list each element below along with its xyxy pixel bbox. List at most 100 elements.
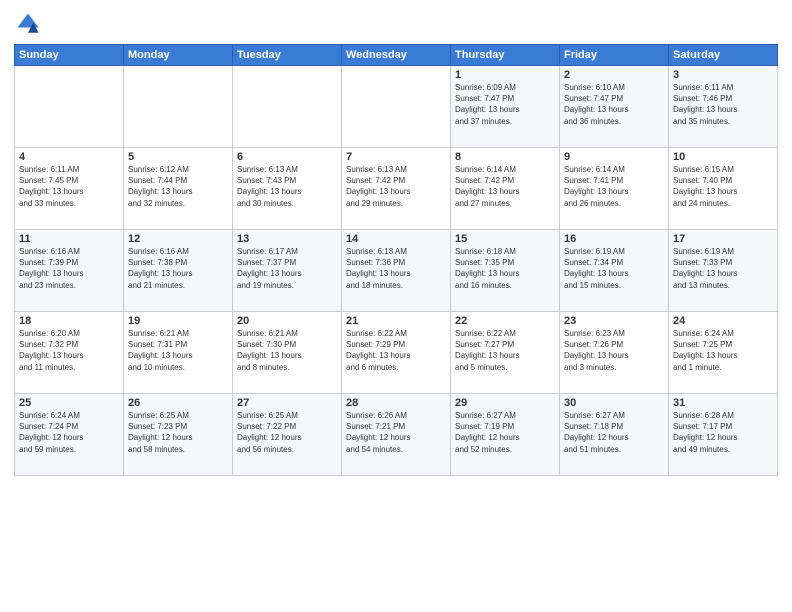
- day-number: 8: [455, 151, 555, 163]
- day-cell: 28Sunrise: 6:26 AM Sunset: 7:21 PM Dayli…: [342, 394, 451, 476]
- day-cell: 23Sunrise: 6:23 AM Sunset: 7:26 PM Dayli…: [560, 312, 669, 394]
- day-info: Sunrise: 6:10 AM Sunset: 7:47 PM Dayligh…: [564, 82, 664, 127]
- day-info: Sunrise: 6:16 AM Sunset: 7:38 PM Dayligh…: [128, 246, 228, 291]
- day-number: 9: [564, 151, 664, 163]
- day-cell: 14Sunrise: 6:18 AM Sunset: 7:36 PM Dayli…: [342, 230, 451, 312]
- day-info: Sunrise: 6:22 AM Sunset: 7:27 PM Dayligh…: [455, 328, 555, 373]
- day-info: Sunrise: 6:24 AM Sunset: 7:25 PM Dayligh…: [673, 328, 773, 373]
- day-cell: 15Sunrise: 6:18 AM Sunset: 7:35 PM Dayli…: [451, 230, 560, 312]
- day-cell: 13Sunrise: 6:17 AM Sunset: 7:37 PM Dayli…: [233, 230, 342, 312]
- day-info: Sunrise: 6:18 AM Sunset: 7:36 PM Dayligh…: [346, 246, 446, 291]
- day-number: 16: [564, 233, 664, 245]
- day-cell: 21Sunrise: 6:22 AM Sunset: 7:29 PM Dayli…: [342, 312, 451, 394]
- day-cell: 8Sunrise: 6:14 AM Sunset: 7:42 PM Daylig…: [451, 148, 560, 230]
- logo-icon: [14, 10, 42, 38]
- day-info: Sunrise: 6:15 AM Sunset: 7:40 PM Dayligh…: [673, 164, 773, 209]
- day-cell: 17Sunrise: 6:19 AM Sunset: 7:33 PM Dayli…: [669, 230, 778, 312]
- day-cell: 31Sunrise: 6:28 AM Sunset: 7:17 PM Dayli…: [669, 394, 778, 476]
- day-number: 5: [128, 151, 228, 163]
- day-number: 26: [128, 397, 228, 409]
- day-cell: 24Sunrise: 6:24 AM Sunset: 7:25 PM Dayli…: [669, 312, 778, 394]
- day-number: 27: [237, 397, 337, 409]
- day-cell: 4Sunrise: 6:11 AM Sunset: 7:45 PM Daylig…: [15, 148, 124, 230]
- day-info: Sunrise: 6:27 AM Sunset: 7:19 PM Dayligh…: [455, 410, 555, 455]
- day-number: 14: [346, 233, 446, 245]
- day-cell: [15, 66, 124, 148]
- day-cell: 9Sunrise: 6:14 AM Sunset: 7:41 PM Daylig…: [560, 148, 669, 230]
- calendar-table: SundayMondayTuesdayWednesdayThursdayFrid…: [14, 44, 778, 476]
- day-number: 28: [346, 397, 446, 409]
- day-cell: [342, 66, 451, 148]
- day-info: Sunrise: 6:25 AM Sunset: 7:22 PM Dayligh…: [237, 410, 337, 455]
- day-info: Sunrise: 6:09 AM Sunset: 7:47 PM Dayligh…: [455, 82, 555, 127]
- day-info: Sunrise: 6:11 AM Sunset: 7:45 PM Dayligh…: [19, 164, 119, 209]
- day-number: 10: [673, 151, 773, 163]
- day-cell: 20Sunrise: 6:21 AM Sunset: 7:30 PM Dayli…: [233, 312, 342, 394]
- calendar-header: SundayMondayTuesdayWednesdayThursdayFrid…: [15, 45, 778, 66]
- day-info: Sunrise: 6:19 AM Sunset: 7:34 PM Dayligh…: [564, 246, 664, 291]
- day-number: 19: [128, 315, 228, 327]
- day-cell: 3Sunrise: 6:11 AM Sunset: 7:46 PM Daylig…: [669, 66, 778, 148]
- day-info: Sunrise: 6:21 AM Sunset: 7:30 PM Dayligh…: [237, 328, 337, 373]
- day-info: Sunrise: 6:16 AM Sunset: 7:39 PM Dayligh…: [19, 246, 119, 291]
- day-cell: [124, 66, 233, 148]
- day-number: 3: [673, 69, 773, 81]
- header-wednesday: Wednesday: [342, 45, 451, 66]
- calendar-body: 1Sunrise: 6:09 AM Sunset: 7:47 PM Daylig…: [15, 66, 778, 476]
- day-info: Sunrise: 6:17 AM Sunset: 7:37 PM Dayligh…: [237, 246, 337, 291]
- day-cell: 29Sunrise: 6:27 AM Sunset: 7:19 PM Dayli…: [451, 394, 560, 476]
- day-number: 2: [564, 69, 664, 81]
- header-friday: Friday: [560, 45, 669, 66]
- day-number: 29: [455, 397, 555, 409]
- day-info: Sunrise: 6:20 AM Sunset: 7:32 PM Dayligh…: [19, 328, 119, 373]
- day-cell: 1Sunrise: 6:09 AM Sunset: 7:47 PM Daylig…: [451, 66, 560, 148]
- day-cell: 12Sunrise: 6:16 AM Sunset: 7:38 PM Dayli…: [124, 230, 233, 312]
- day-info: Sunrise: 6:21 AM Sunset: 7:31 PM Dayligh…: [128, 328, 228, 373]
- day-number: 22: [455, 315, 555, 327]
- page: SundayMondayTuesdayWednesdayThursdayFrid…: [0, 0, 792, 612]
- day-number: 18: [19, 315, 119, 327]
- day-info: Sunrise: 6:26 AM Sunset: 7:21 PM Dayligh…: [346, 410, 446, 455]
- day-number: 11: [19, 233, 119, 245]
- day-number: 1: [455, 69, 555, 81]
- day-info: Sunrise: 6:25 AM Sunset: 7:23 PM Dayligh…: [128, 410, 228, 455]
- day-number: 4: [19, 151, 119, 163]
- header-monday: Monday: [124, 45, 233, 66]
- day-number: 30: [564, 397, 664, 409]
- day-number: 6: [237, 151, 337, 163]
- day-cell: 5Sunrise: 6:12 AM Sunset: 7:44 PM Daylig…: [124, 148, 233, 230]
- day-cell: 27Sunrise: 6:25 AM Sunset: 7:22 PM Dayli…: [233, 394, 342, 476]
- day-info: Sunrise: 6:11 AM Sunset: 7:46 PM Dayligh…: [673, 82, 773, 127]
- day-number: 15: [455, 233, 555, 245]
- day-cell: 16Sunrise: 6:19 AM Sunset: 7:34 PM Dayli…: [560, 230, 669, 312]
- header-thursday: Thursday: [451, 45, 560, 66]
- day-info: Sunrise: 6:23 AM Sunset: 7:26 PM Dayligh…: [564, 328, 664, 373]
- day-cell: 25Sunrise: 6:24 AM Sunset: 7:24 PM Dayli…: [15, 394, 124, 476]
- week-row-4: 25Sunrise: 6:24 AM Sunset: 7:24 PM Dayli…: [15, 394, 778, 476]
- day-cell: 2Sunrise: 6:10 AM Sunset: 7:47 PM Daylig…: [560, 66, 669, 148]
- logo: [14, 10, 46, 38]
- day-number: 13: [237, 233, 337, 245]
- day-cell: 10Sunrise: 6:15 AM Sunset: 7:40 PM Dayli…: [669, 148, 778, 230]
- header-sunday: Sunday: [15, 45, 124, 66]
- day-number: 20: [237, 315, 337, 327]
- day-number: 17: [673, 233, 773, 245]
- header-row: SundayMondayTuesdayWednesdayThursdayFrid…: [15, 45, 778, 66]
- day-info: Sunrise: 6:12 AM Sunset: 7:44 PM Dayligh…: [128, 164, 228, 209]
- day-number: 24: [673, 315, 773, 327]
- day-info: Sunrise: 6:13 AM Sunset: 7:42 PM Dayligh…: [346, 164, 446, 209]
- day-number: 25: [19, 397, 119, 409]
- day-cell: 22Sunrise: 6:22 AM Sunset: 7:27 PM Dayli…: [451, 312, 560, 394]
- header-saturday: Saturday: [669, 45, 778, 66]
- day-info: Sunrise: 6:27 AM Sunset: 7:18 PM Dayligh…: [564, 410, 664, 455]
- day-cell: 18Sunrise: 6:20 AM Sunset: 7:32 PM Dayli…: [15, 312, 124, 394]
- day-info: Sunrise: 6:13 AM Sunset: 7:43 PM Dayligh…: [237, 164, 337, 209]
- week-row-2: 11Sunrise: 6:16 AM Sunset: 7:39 PM Dayli…: [15, 230, 778, 312]
- day-cell: 7Sunrise: 6:13 AM Sunset: 7:42 PM Daylig…: [342, 148, 451, 230]
- header-tuesday: Tuesday: [233, 45, 342, 66]
- day-info: Sunrise: 6:14 AM Sunset: 7:42 PM Dayligh…: [455, 164, 555, 209]
- day-info: Sunrise: 6:22 AM Sunset: 7:29 PM Dayligh…: [346, 328, 446, 373]
- day-info: Sunrise: 6:18 AM Sunset: 7:35 PM Dayligh…: [455, 246, 555, 291]
- day-number: 7: [346, 151, 446, 163]
- day-cell: 26Sunrise: 6:25 AM Sunset: 7:23 PM Dayli…: [124, 394, 233, 476]
